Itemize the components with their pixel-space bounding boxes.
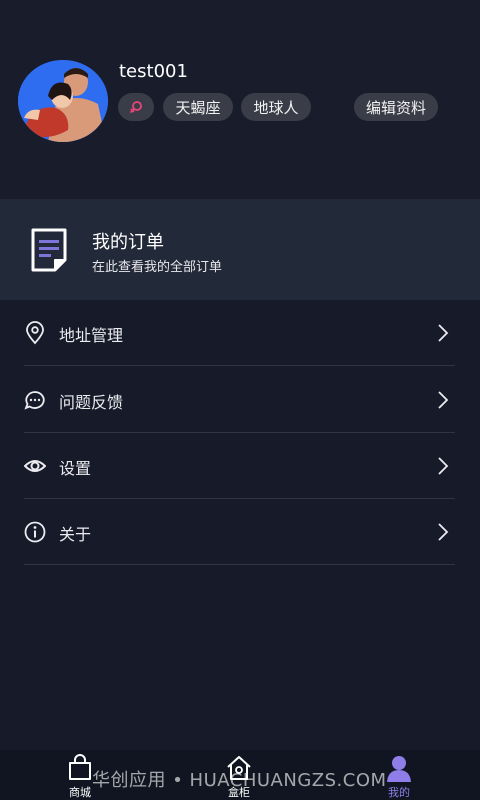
username: test001 (119, 61, 188, 82)
zodiac-tag: 天蝎座 (163, 93, 233, 121)
chat-bubble-icon (24, 391, 45, 410)
shopping-bag-icon (69, 754, 91, 780)
menu-item-label: 问题反馈 (59, 393, 124, 412)
avatar[interactable] (18, 60, 108, 142)
document-icon (31, 228, 67, 272)
location-pin-icon (26, 321, 44, 345)
menu-item-address[interactable]: 地址管理 (24, 300, 455, 366)
chevron-right-icon (438, 324, 449, 342)
chevron-right-icon (438, 523, 449, 541)
chevron-right-icon (438, 391, 449, 409)
menu-item-label: 关于 (59, 525, 92, 544)
edit-profile-button[interactable]: 编辑资料 (354, 93, 438, 121)
my-orders-card[interactable] (0, 199, 480, 300)
watermark: 华创应用 • HUACHUANGZS.COM (92, 770, 387, 791)
divider (24, 564, 455, 565)
gender-tag (118, 93, 154, 121)
female-symbol-icon (130, 101, 142, 113)
menu-item-about[interactable]: 关于 (24, 499, 455, 565)
info-icon (24, 521, 46, 543)
profile-header: test001 天蝎座 地球人 编辑资料 (0, 0, 480, 198)
chevron-right-icon (438, 457, 449, 475)
person-icon (387, 756, 411, 782)
my-orders-title: 我的订单 (92, 232, 164, 253)
my-orders-subtitle: 在此查看我的全部订单 (92, 260, 223, 275)
menu-item-label: 地址管理 (59, 326, 124, 345)
menu-item-settings[interactable]: 设置 (24, 433, 455, 499)
eye-icon (24, 460, 46, 472)
planet-tag: 地球人 (241, 93, 311, 121)
menu-item-feedback[interactable]: 问题反馈 (24, 367, 455, 433)
divider (24, 365, 455, 366)
menu-item-label: 设置 (59, 459, 92, 478)
